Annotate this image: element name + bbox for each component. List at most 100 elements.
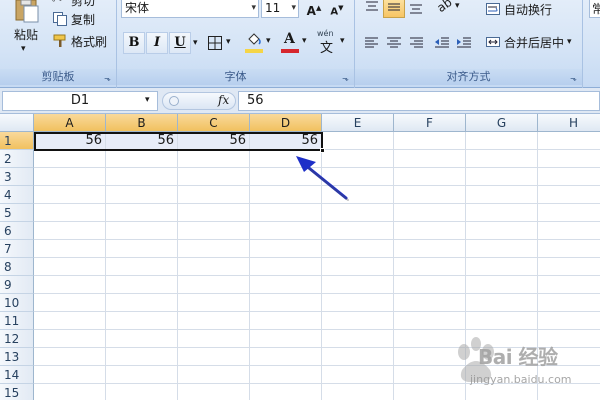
cell-e10[interactable] xyxy=(322,294,394,312)
cell-c14[interactable] xyxy=(178,366,250,384)
align-top-button[interactable] xyxy=(361,0,383,18)
row-header-8[interactable]: 8 xyxy=(0,258,34,276)
cell-c13[interactable] xyxy=(178,348,250,366)
font-color-button[interactable]: A ▾ xyxy=(279,31,311,55)
cell-h3[interactable] xyxy=(538,168,600,186)
cell-h1[interactable] xyxy=(538,132,600,150)
cell-a8[interactable] xyxy=(34,258,106,276)
cell-g4[interactable] xyxy=(466,186,538,204)
borders-button[interactable]: ▾ xyxy=(205,33,237,53)
merge-center-button[interactable]: 合并后居中 ▾ xyxy=(485,32,572,52)
merge-center-dropdown-icon[interactable]: ▾ xyxy=(567,37,572,47)
cell-h11[interactable] xyxy=(538,312,600,330)
cell-c4[interactable] xyxy=(178,186,250,204)
increase-indent-button[interactable] xyxy=(453,32,475,54)
cell-h4[interactable] xyxy=(538,186,600,204)
cell-d10[interactable] xyxy=(250,294,322,312)
cell-c7[interactable] xyxy=(178,240,250,258)
cell-g11[interactable] xyxy=(466,312,538,330)
align-middle-button[interactable] xyxy=(383,0,405,18)
phonetic-button[interactable]: wén 文 ▾ xyxy=(315,29,349,56)
decrease-indent-button[interactable] xyxy=(431,32,453,54)
cell-a12[interactable] xyxy=(34,330,106,348)
align-left-button[interactable] xyxy=(361,32,383,54)
row-header-3[interactable]: 3 xyxy=(0,168,34,186)
row-header-4[interactable]: 4 xyxy=(0,186,34,204)
font-color-dropdown-icon[interactable]: ▾ xyxy=(302,36,307,46)
font-name-combo[interactable]: 宋体 ▾ xyxy=(121,0,259,18)
cell-c3[interactable] xyxy=(178,168,250,186)
align-bottom-button[interactable] xyxy=(405,0,427,18)
column-header-c[interactable]: C xyxy=(178,114,250,132)
orientation-dropdown-icon[interactable]: ▾ xyxy=(455,1,460,11)
column-header-g[interactable]: G xyxy=(466,114,538,132)
name-box[interactable]: D1 xyxy=(2,91,158,111)
insert-function-button[interactable]: fx xyxy=(218,93,229,107)
cell-b11[interactable] xyxy=(106,312,178,330)
row-header-11[interactable]: 11 xyxy=(0,312,34,330)
cell-c9[interactable] xyxy=(178,276,250,294)
wrap-text-button[interactable]: 自动换行 xyxy=(485,0,552,19)
cell-c5[interactable] xyxy=(178,204,250,222)
cell-e5[interactable] xyxy=(322,204,394,222)
cell-a1[interactable]: 56 xyxy=(34,132,106,150)
paste-button[interactable]: 粘贴 ▾ xyxy=(6,0,46,64)
cell-b1[interactable]: 56 xyxy=(106,132,178,150)
cell-a5[interactable] xyxy=(34,204,106,222)
cell-d8[interactable] xyxy=(250,258,322,276)
cell-d1[interactable]: 56 xyxy=(250,132,322,150)
cell-h8[interactable] xyxy=(538,258,600,276)
cell-c12[interactable] xyxy=(178,330,250,348)
cell-h7[interactable] xyxy=(538,240,600,258)
cell-a13[interactable] xyxy=(34,348,106,366)
column-header-d[interactable]: D xyxy=(250,114,322,132)
cell-b14[interactable] xyxy=(106,366,178,384)
italic-button[interactable]: I xyxy=(146,32,168,54)
font-size-combo[interactable]: 11 ▾ xyxy=(261,0,299,18)
cell-a15[interactable] xyxy=(34,384,106,400)
cell-f7[interactable] xyxy=(394,240,466,258)
underline-dropdown-icon[interactable]: ▾ xyxy=(193,38,198,48)
cell-a6[interactable] xyxy=(34,222,106,240)
font-dialog-launcher-icon[interactable]: ⬎ xyxy=(341,74,350,83)
cell-c6[interactable] xyxy=(178,222,250,240)
cell-e6[interactable] xyxy=(322,222,394,240)
cell-c10[interactable] xyxy=(178,294,250,312)
align-right-button[interactable] xyxy=(405,32,427,54)
cell-c15[interactable] xyxy=(178,384,250,400)
formula-input[interactable]: 56 xyxy=(238,91,600,111)
cell-f6[interactable] xyxy=(394,222,466,240)
cell-d5[interactable] xyxy=(250,204,322,222)
row-header-15[interactable]: 15 xyxy=(0,384,34,400)
cell-e8[interactable] xyxy=(322,258,394,276)
cell-b12[interactable] xyxy=(106,330,178,348)
cell-d13[interactable] xyxy=(250,348,322,366)
row-header-1[interactable]: 1 xyxy=(0,132,34,150)
shrink-font-button[interactable]: A▼ xyxy=(326,0,348,20)
row-header-14[interactable]: 14 xyxy=(0,366,34,384)
cell-c1[interactable]: 56 xyxy=(178,132,250,150)
fill-color-button[interactable]: ▾ xyxy=(243,31,275,55)
cell-b7[interactable] xyxy=(106,240,178,258)
cell-e12[interactable] xyxy=(322,330,394,348)
cell-h9[interactable] xyxy=(538,276,600,294)
cell-f10[interactable] xyxy=(394,294,466,312)
cell-d15[interactable] xyxy=(250,384,322,400)
cell-f1[interactable] xyxy=(394,132,466,150)
cell-a3[interactable] xyxy=(34,168,106,186)
cell-b13[interactable] xyxy=(106,348,178,366)
cell-d6[interactable] xyxy=(250,222,322,240)
cell-c2[interactable] xyxy=(178,150,250,168)
cell-e11[interactable] xyxy=(322,312,394,330)
row-header-12[interactable]: 12 xyxy=(0,330,34,348)
borders-dropdown-icon[interactable]: ▾ xyxy=(226,37,231,47)
cell-b15[interactable] xyxy=(106,384,178,400)
cell-f8[interactable] xyxy=(394,258,466,276)
cell-f11[interactable] xyxy=(394,312,466,330)
cell-a11[interactable] xyxy=(34,312,106,330)
align-center-button[interactable] xyxy=(383,32,405,54)
cell-g2[interactable] xyxy=(466,150,538,168)
cell-a2[interactable] xyxy=(34,150,106,168)
cell-g10[interactable] xyxy=(466,294,538,312)
cell-h5[interactable] xyxy=(538,204,600,222)
